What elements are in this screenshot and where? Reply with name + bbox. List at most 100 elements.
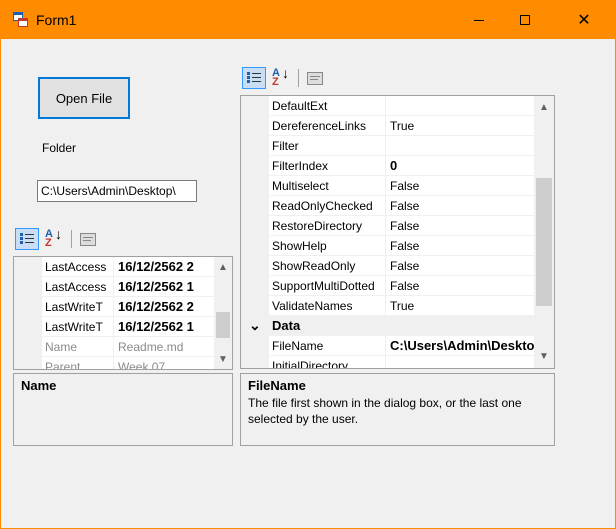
app-icon bbox=[13, 12, 29, 28]
property-row[interactable]: InitialDirectory bbox=[241, 356, 534, 368]
property-name: Filter bbox=[269, 136, 386, 156]
property-name: LastWriteT bbox=[42, 297, 114, 317]
small-grid-scrollbar[interactable]: ▲ ▼ bbox=[214, 257, 232, 369]
property-value[interactable]: False bbox=[386, 276, 534, 296]
property-name: Multiselect bbox=[269, 176, 386, 196]
property-row[interactable]: Filter bbox=[241, 136, 534, 156]
row-margin bbox=[14, 337, 42, 357]
sort-az-icon: A Z ↓ bbox=[272, 65, 289, 88]
categorized-button[interactable] bbox=[15, 228, 39, 250]
minimize-button[interactable] bbox=[456, 1, 502, 39]
row-margin bbox=[241, 236, 269, 256]
categorized-button[interactable] bbox=[242, 67, 266, 89]
property-name: Parent bbox=[42, 357, 114, 369]
property-name: LastAccess bbox=[42, 257, 114, 277]
form1-window: Form1 ✕ Open File Folder C:\Users\Admin\… bbox=[0, 0, 616, 529]
property-row[interactable]: SupportMultiDotted False bbox=[241, 276, 534, 296]
property-row[interactable]: ShowHelp False bbox=[241, 236, 534, 256]
property-row[interactable]: RestoreDirectory False bbox=[241, 216, 534, 236]
help-title: FileName bbox=[248, 378, 306, 393]
folder-label: Folder bbox=[42, 141, 77, 155]
property-row[interactable]: Name Readme.md bbox=[14, 337, 214, 357]
row-margin bbox=[241, 156, 269, 176]
property-pages-icon bbox=[80, 232, 96, 246]
property-name: LastAccess bbox=[42, 277, 114, 297]
property-value[interactable]: Week 07 bbox=[114, 357, 214, 369]
folder-path-input[interactable]: C:\Users\Admin\Desktop\ bbox=[37, 180, 197, 202]
small-grid-toolbar: A Z ↓ bbox=[15, 226, 102, 252]
categorized-icon bbox=[20, 233, 34, 245]
property-pages-button[interactable] bbox=[303, 67, 327, 89]
property-value[interactable]: 16/12/2562 1 bbox=[114, 317, 214, 337]
property-value[interactable]: False bbox=[386, 196, 534, 216]
scroll-up-icon[interactable]: ▲ bbox=[534, 99, 554, 116]
collapse-chevron-icon[interactable]: ⌄ bbox=[249, 317, 261, 334]
title-bar[interactable]: Form1 ✕ bbox=[1, 1, 615, 39]
property-row[interactable]: Parent Week 07 bbox=[14, 357, 214, 369]
large-grid-toolbar: A Z ↓ bbox=[242, 65, 329, 91]
close-button[interactable]: ✕ bbox=[561, 1, 607, 39]
large-grid-scrollbar[interactable]: ▲ ▼ bbox=[534, 96, 554, 368]
scroll-down-icon[interactable]: ▼ bbox=[534, 348, 554, 365]
property-value[interactable]: C:\Users\Admin\Desktop\ bbox=[386, 336, 534, 356]
row-margin bbox=[241, 96, 269, 116]
row-margin bbox=[241, 136, 269, 156]
scroll-down-icon[interactable]: ▼ bbox=[214, 351, 232, 368]
property-row[interactable]: DereferenceLinks True bbox=[241, 116, 534, 136]
property-value[interactable] bbox=[386, 136, 534, 156]
property-name: ValidateNames bbox=[269, 296, 386, 316]
property-value[interactable]: False bbox=[386, 256, 534, 276]
row-margin bbox=[241, 216, 269, 236]
property-value[interactable]: False bbox=[386, 216, 534, 236]
property-row[interactable]: FilterIndex 0 bbox=[241, 156, 534, 176]
maximize-icon bbox=[520, 15, 530, 25]
property-pages-button[interactable] bbox=[76, 228, 100, 250]
scroll-thumb[interactable] bbox=[216, 312, 230, 338]
property-value[interactable]: 16/12/2562 2 bbox=[114, 297, 214, 317]
help-description: The file first shown in the dialog box, … bbox=[248, 396, 522, 426]
window-title: Form1 bbox=[36, 12, 77, 28]
property-value[interactable] bbox=[386, 96, 534, 116]
property-value[interactable]: Readme.md bbox=[114, 337, 214, 357]
toolbar-separator bbox=[71, 230, 72, 248]
property-row[interactable]: Multiselect False bbox=[241, 176, 534, 196]
property-row[interactable]: ValidateNames True bbox=[241, 296, 534, 316]
property-row[interactable]: ShowReadOnly False bbox=[241, 256, 534, 276]
small-property-grid[interactable]: ▲ ▼ LastAccess 16/12/2562 2 LastAccess 16/1… bbox=[13, 256, 233, 370]
property-row[interactable]: FileName C:\Users\Admin\Desktop\ bbox=[241, 336, 534, 356]
property-name: DereferenceLinks bbox=[269, 116, 386, 136]
row-margin bbox=[14, 257, 42, 277]
property-value[interactable] bbox=[386, 356, 534, 368]
minimize-icon bbox=[474, 19, 484, 21]
row-margin bbox=[241, 196, 269, 216]
property-value[interactable]: 0 bbox=[386, 156, 534, 176]
property-value[interactable]: False bbox=[386, 176, 534, 196]
property-value[interactable]: True bbox=[386, 116, 534, 136]
property-name: ReadOnlyChecked bbox=[269, 196, 386, 216]
category-row-data[interactable]: ⌄ Data bbox=[241, 316, 534, 336]
row-margin bbox=[14, 297, 42, 317]
property-name: DefaultExt bbox=[269, 96, 386, 116]
property-row[interactable]: LastWriteT 16/12/2562 2 bbox=[14, 297, 214, 317]
maximize-button[interactable] bbox=[502, 1, 548, 39]
property-row[interactable]: DefaultExt bbox=[241, 96, 534, 116]
scroll-up-icon[interactable]: ▲ bbox=[214, 259, 232, 276]
row-margin bbox=[14, 277, 42, 297]
property-value[interactable]: 16/12/2562 2 bbox=[114, 257, 214, 277]
property-name: ShowReadOnly bbox=[269, 256, 386, 276]
property-row[interactable]: LastWriteT 16/12/2562 1 bbox=[14, 317, 214, 337]
property-row[interactable]: LastAccess 16/12/2562 1 bbox=[14, 277, 214, 297]
property-row[interactable]: LastAccess 16/12/2562 2 bbox=[14, 257, 214, 277]
scroll-thumb[interactable] bbox=[536, 178, 552, 306]
large-property-grid[interactable]: ▲ ▼ DefaultExt DereferenceLinks True Filter… bbox=[240, 95, 555, 369]
property-row[interactable]: ReadOnlyChecked False bbox=[241, 196, 534, 216]
property-value[interactable]: True bbox=[386, 296, 534, 316]
property-value[interactable]: 16/12/2562 1 bbox=[114, 277, 214, 297]
open-file-button[interactable]: Open File bbox=[38, 77, 130, 119]
row-margin bbox=[241, 276, 269, 296]
alphabetical-button[interactable]: A Z ↓ bbox=[268, 65, 292, 89]
property-name: InitialDirectory bbox=[269, 356, 386, 368]
property-name: FilterIndex bbox=[269, 156, 386, 176]
property-value[interactable]: False bbox=[386, 236, 534, 256]
alphabetical-button[interactable]: A Z ↓ bbox=[41, 227, 65, 250]
